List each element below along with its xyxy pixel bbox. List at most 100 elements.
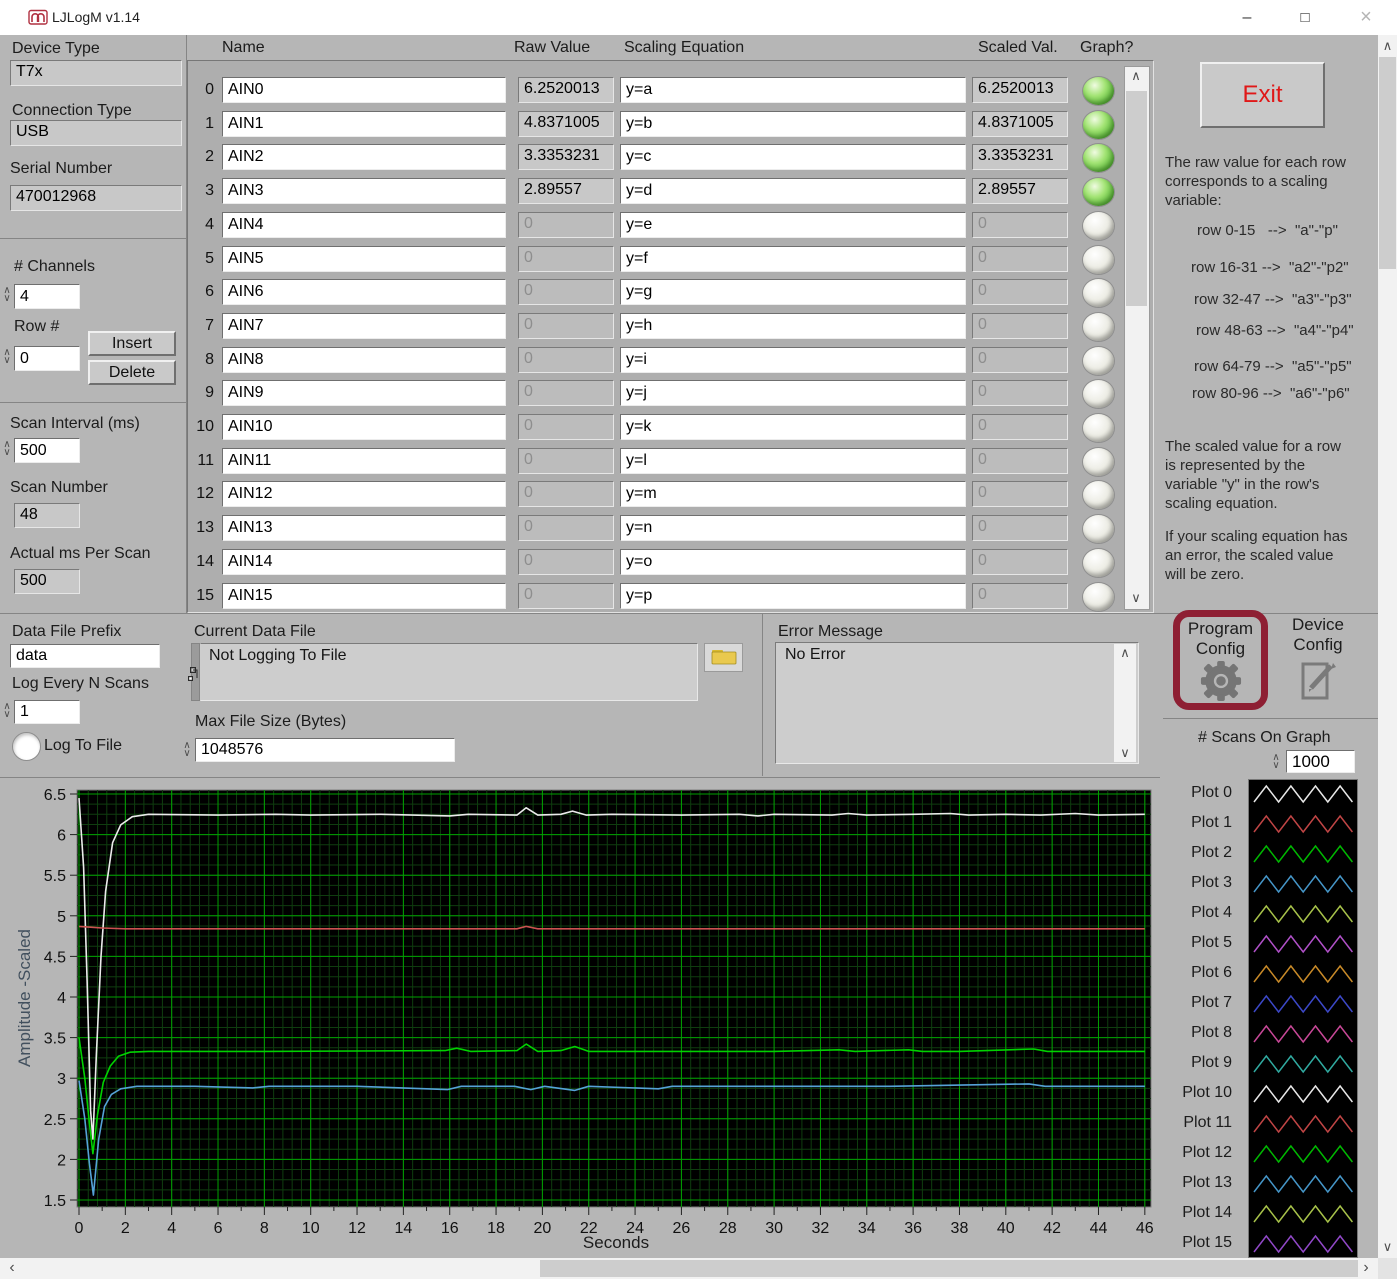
table-scrollbar-thumb[interactable] (1126, 91, 1147, 306)
graph-led[interactable] (1082, 109, 1115, 140)
legend-label[interactable]: Plot 9 (1160, 1054, 1232, 1072)
device-config-button[interactable]: Device Config (1278, 615, 1358, 710)
graph-led[interactable] (1082, 413, 1115, 443)
scaling-equation-input[interactable] (620, 211, 966, 238)
scaling-equation-input[interactable] (620, 110, 966, 137)
graph-led[interactable] (1082, 244, 1115, 275)
scroll-down-icon[interactable]: ∨ (1378, 1238, 1397, 1256)
graph-led[interactable] (1082, 76, 1115, 106)
drag-handle-icon[interactable] (187, 666, 199, 689)
channel-name-input[interactable] (222, 211, 506, 238)
scaling-equation-input[interactable] (620, 279, 966, 306)
scaling-equation-input[interactable] (620, 515, 966, 542)
legend-label[interactable]: Plot 3 (1160, 874, 1232, 892)
max-file-size-spinner[interactable]: ∧ ∨ (180, 741, 194, 759)
scroll-left-icon[interactable]: ‹ (4, 1259, 20, 1277)
legend-label[interactable]: Plot 0 (1160, 784, 1232, 802)
legend-label[interactable]: Plot 14 (1160, 1204, 1232, 1222)
graph-led[interactable] (1082, 311, 1115, 342)
row-index: 11 (197, 451, 214, 469)
scaling-equation-input[interactable] (620, 548, 966, 575)
graph-led[interactable] (1082, 210, 1115, 241)
horizontal-scrollbar-thumb[interactable] (540, 1260, 1358, 1277)
graph-led[interactable] (1082, 278, 1115, 309)
scans-on-graph-spinner[interactable]: ∧ ∨ (1269, 753, 1283, 771)
channel-name-input[interactable] (222, 144, 506, 171)
legend-label[interactable]: Plot 8 (1160, 1024, 1232, 1042)
channel-name-input[interactable] (222, 279, 506, 306)
vertical-scrollbar-thumb[interactable] (1379, 57, 1396, 269)
scaling-equation-input[interactable] (620, 481, 966, 508)
log-every-spinner[interactable]: ∧ ∨ (0, 702, 14, 720)
channel-name-input[interactable] (222, 312, 506, 339)
legend-label[interactable]: Plot 7 (1160, 994, 1232, 1012)
channel-name-input[interactable] (222, 414, 506, 440)
legend-label[interactable]: Plot 11 (1160, 1114, 1232, 1132)
scroll-down-icon[interactable]: ∨ (1114, 744, 1136, 762)
graph-led[interactable] (1082, 143, 1115, 174)
data-file-prefix-input[interactable] (10, 644, 160, 668)
scaling-equation-input[interactable] (620, 245, 966, 272)
scans-on-graph-input[interactable] (1286, 750, 1355, 773)
channel-name-input[interactable] (222, 110, 506, 137)
minimize-button[interactable]: – (1225, 0, 1269, 35)
channel-name-input[interactable] (222, 548, 506, 575)
program-config-button[interactable]: Program Config (1173, 610, 1268, 710)
graph-led[interactable] (1082, 581, 1115, 612)
legend-label[interactable]: Plot 13 (1160, 1174, 1232, 1192)
channel-name-input[interactable] (222, 178, 506, 205)
channel-name-input[interactable] (222, 515, 506, 542)
scaling-equation-input[interactable] (620, 414, 966, 440)
close-button[interactable]: × (1344, 0, 1388, 35)
scaling-equation-input[interactable] (620, 144, 966, 171)
legend-label[interactable]: Plot 1 (1160, 814, 1232, 832)
scaling-equation-input[interactable] (620, 447, 966, 474)
channel-name-input[interactable] (222, 582, 506, 609)
graph-led[interactable] (1082, 345, 1115, 376)
legend-label[interactable]: Plot 2 (1160, 844, 1232, 862)
scaling-equation-input[interactable] (620, 77, 966, 103)
window-vertical-scrollbar[interactable]: ∧ ∨ (1378, 35, 1397, 1258)
legend-label[interactable]: Plot 12 (1160, 1144, 1232, 1162)
browse-folder-button[interactable] (704, 643, 743, 672)
table-row: 11 0 0 (0, 446, 1160, 477)
scaling-equation-input[interactable] (620, 312, 966, 339)
log-every-input[interactable] (14, 700, 80, 724)
log-to-file-radio[interactable] (12, 732, 41, 761)
scaling-equation-input[interactable] (620, 380, 966, 407)
legend-label[interactable]: Plot 5 (1160, 934, 1232, 952)
window-horizontal-scrollbar[interactable]: ‹ › (0, 1258, 1378, 1279)
scaling-equation-input[interactable] (620, 346, 966, 373)
channel-name-input[interactable] (222, 77, 506, 103)
maximize-button[interactable]: □ (1283, 0, 1327, 35)
scaled-value: 2.89557 (972, 178, 1068, 205)
graph-led[interactable] (1082, 480, 1115, 511)
graph-led[interactable] (1082, 547, 1115, 578)
scaling-equation-input[interactable] (620, 582, 966, 609)
scroll-up-icon[interactable]: ∧ (1378, 37, 1397, 55)
legend-label[interactable]: Plot 6 (1160, 964, 1232, 982)
legend-label[interactable]: Plot 4 (1160, 904, 1232, 922)
error-scrollbar[interactable]: ∧ ∨ (1114, 644, 1136, 762)
channel-name-input[interactable] (222, 346, 506, 373)
graph-led[interactable] (1082, 446, 1115, 477)
scroll-up-icon[interactable]: ∧ (1114, 644, 1136, 662)
graph-led[interactable] (1082, 177, 1115, 208)
scroll-down-icon[interactable]: ∨ (1125, 589, 1147, 607)
channel-name-input[interactable] (222, 380, 506, 407)
table-scrollbar[interactable]: ∧ ∨ (1124, 66, 1150, 610)
scaling-equation-input[interactable] (620, 178, 966, 205)
exit-button[interactable]: Exit (1200, 62, 1325, 128)
scroll-right-icon[interactable]: › (1358, 1259, 1374, 1277)
legend-label[interactable]: Plot 15 (1160, 1234, 1232, 1252)
raw-value: 0 (518, 245, 614, 272)
max-file-size-input[interactable] (195, 738, 455, 762)
channel-name-input[interactable] (222, 481, 506, 508)
channel-name-input[interactable] (222, 245, 506, 272)
graph-led[interactable] (1082, 379, 1115, 410)
scroll-up-icon[interactable]: ∧ (1125, 67, 1147, 85)
graph-led[interactable] (1082, 514, 1115, 545)
row-index: 10 (196, 418, 214, 435)
channel-name-input[interactable] (222, 447, 506, 474)
legend-label[interactable]: Plot 10 (1160, 1084, 1232, 1102)
